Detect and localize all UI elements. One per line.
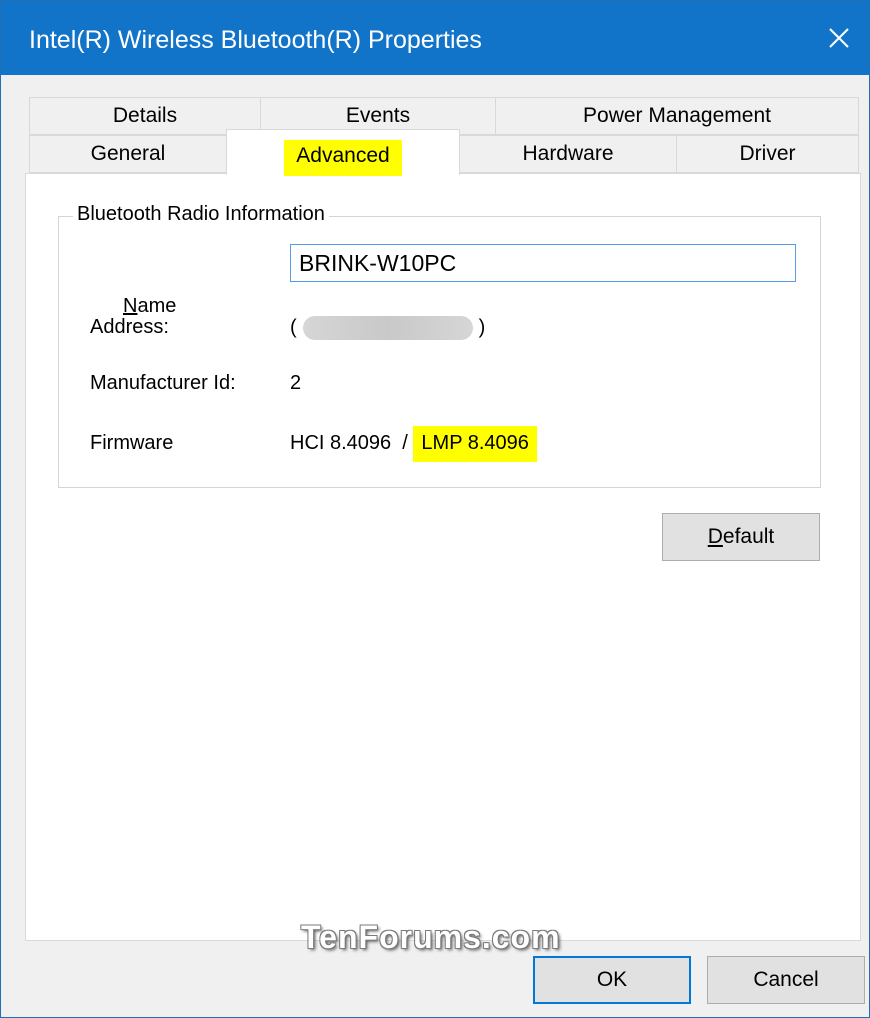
address-close-paren: ) — [478, 316, 486, 339]
ok-button[interactable]: OK — [533, 956, 691, 1004]
window-title: Intel(R) Wireless Bluetooth(R) Propertie… — [29, 26, 482, 54]
address-value: () — [290, 316, 485, 340]
firmware-lmp: LMP 8.4096 — [413, 426, 537, 462]
watermark: TenForums.com — [301, 919, 561, 955]
default-button-label: Default — [708, 525, 775, 549]
firmware-separator: / — [402, 432, 408, 454]
title-bar[interactable]: Intel(R) Wireless Bluetooth(R) Propertie… — [1, 1, 869, 75]
tab-advanced[interactable]: Advanced — [226, 129, 460, 176]
properties-dialog: Intel(R) Wireless Bluetooth(R) Propertie… — [0, 0, 870, 1018]
tab-power-management[interactable]: Power Management — [495, 97, 859, 135]
manufacturer-id-value: 2 — [290, 372, 302, 394]
advanced-tab-panel: Bluetooth Radio Information Name Address… — [25, 173, 861, 941]
close-icon — [829, 28, 849, 48]
tab-advanced-label: Advanced — [284, 140, 402, 176]
name-input[interactable] — [290, 244, 796, 282]
default-button[interactable]: Default — [662, 513, 820, 561]
tab-power-management-label: Power Management — [583, 104, 771, 127]
tab-details-label: Details — [112, 104, 178, 127]
name-label-accesskey: N — [123, 295, 138, 317]
manufacturer-id-label: Manufacturer Id: — [90, 372, 236, 394]
tab-driver[interactable]: Driver — [676, 135, 859, 173]
ok-button-label: OK — [596, 968, 628, 991]
firmware-value: HCI 8.4096 / LMP 8.4096 — [290, 426, 537, 462]
cancel-button[interactable]: Cancel — [707, 956, 865, 1004]
firmware-hci: HCI 8.4096 — [290, 432, 392, 454]
address-open-paren: ( — [290, 316, 297, 339]
address-redacted — [302, 316, 473, 340]
tab-general[interactable]: General — [29, 135, 227, 173]
address-label: Address: — [90, 316, 169, 338]
firmware-label: Firmware — [90, 432, 174, 454]
name-label-rest: ame — [137, 295, 177, 317]
default-label-rest: efault — [722, 525, 775, 548]
name-label: Name — [123, 295, 176, 318]
close-button[interactable] — [809, 1, 869, 75]
tab-driver-label: Driver — [739, 142, 796, 165]
default-accesskey: D — [707, 525, 723, 548]
tab-general-label: General — [90, 142, 166, 165]
tab-events-label: Events — [345, 104, 411, 127]
cancel-button-label: Cancel — [753, 968, 819, 991]
group-legend: Bluetooth Radio Information — [73, 203, 329, 226]
tab-hardware-label: Hardware — [522, 142, 614, 165]
tab-hardware[interactable]: Hardware — [459, 135, 677, 173]
